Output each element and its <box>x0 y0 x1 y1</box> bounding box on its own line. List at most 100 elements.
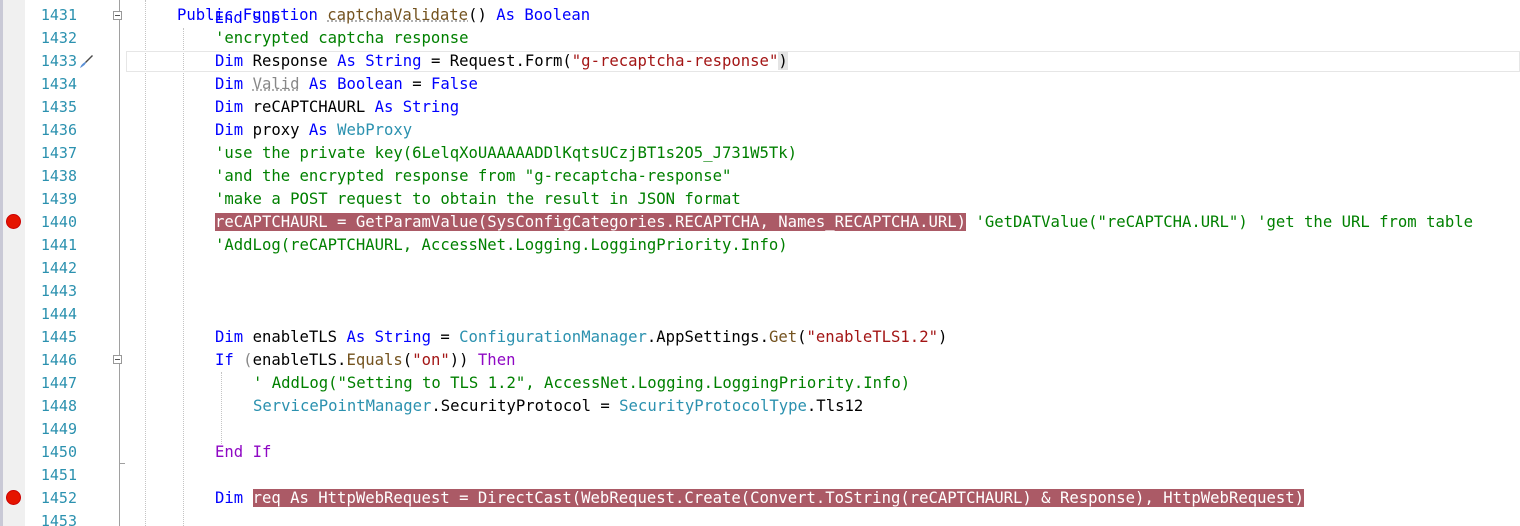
line-number: 1431 <box>40 6 77 24</box>
class-name: SecurityProtocolType <box>619 397 807 415</box>
line-number: 1453 <box>40 512 77 526</box>
string-literal: "on" <box>412 351 450 369</box>
code-line-1439[interactable]: 'make a POST request to obtain the resul… <box>215 188 741 211</box>
keyword: Dim <box>215 328 244 346</box>
line-number: 1446 <box>40 351 77 369</box>
code-line-1432[interactable]: 'encrypted captcha response <box>215 27 468 50</box>
code-text: .Tls12 <box>806 397 864 415</box>
line-number: 1435 <box>40 98 77 116</box>
string-literal: "enableTLS1.2" <box>806 328 938 346</box>
line-number: 1440 <box>40 213 77 231</box>
type-keyword: String <box>374 328 431 346</box>
code-line-1438[interactable]: 'and the encrypted response from "g-reca… <box>215 165 731 188</box>
breakpoint-icon[interactable] <box>6 490 21 505</box>
breakpoint-icon[interactable] <box>6 214 21 229</box>
line-number: 1432 <box>40 29 77 47</box>
line-number: 1445 <box>40 328 77 346</box>
line-number: 1439 <box>40 190 77 208</box>
keyword: As <box>337 52 356 70</box>
line-number: 1449 <box>40 420 77 438</box>
indent-guide <box>221 372 222 444</box>
type-keyword: Boolean <box>337 75 403 93</box>
code-text: ( <box>243 351 253 369</box>
code-line-1434[interactable]: Dim Valid As Boolean = False <box>215 73 478 96</box>
code-line-1436[interactable]: Dim proxy As WebProxy <box>215 119 412 142</box>
comment: 'and the encrypted response from "g-reca… <box>215 167 732 185</box>
comment: 'use the private key(6LelqXoUAAAAADDlKqt… <box>215 144 798 162</box>
indent-guide <box>145 0 146 526</box>
line-number: 1434 <box>40 75 77 93</box>
code-line-1445[interactable]: Dim enableTLS As String = ConfigurationM… <box>215 326 947 349</box>
type-keyword: Boolean <box>524 6 591 24</box>
code-text: ( <box>797 328 807 346</box>
line-number: 1450 <box>40 443 77 461</box>
keyword: Function <box>242 6 318 24</box>
code-line-1435[interactable]: Dim reCAPTCHAURL As String <box>215 96 459 119</box>
variable: Response <box>252 52 328 70</box>
keyword: If <box>252 443 272 461</box>
code-line-1431[interactable]: Public Function captchaValidate() As Boo… <box>177 4 590 27</box>
code-text: .AppSettings. <box>646 328 769 346</box>
type-keyword: String <box>365 52 422 70</box>
variable: reCAPTCHAURL <box>252 98 366 116</box>
line-number: 1433 <box>40 52 77 70</box>
comment: 'AddLog(reCAPTCHAURL, AccessNet.Logging.… <box>215 236 788 254</box>
keyword: Dim <box>215 52 244 70</box>
keyword: Dim <box>215 489 244 507</box>
code-line-1433[interactable]: Dim Response As String = Request.Form("g… <box>215 50 788 73</box>
code-text: ) <box>937 328 948 346</box>
function-name: Equals <box>346 351 403 369</box>
string-literal: "g-recaptcha-response" <box>571 52 779 70</box>
code-text: = Request.Form( <box>430 52 572 70</box>
glyph-margin[interactable] <box>3 0 25 526</box>
keyword: As <box>496 6 516 24</box>
keyword: Dim <box>215 121 244 139</box>
keyword: End <box>215 443 244 461</box>
breakpoint-highlight: req As HttpWebRequest = DirectCast(WebRe… <box>252 489 1305 507</box>
code-text: .SecurityProtocol = <box>431 397 620 415</box>
code-line-1437[interactable]: 'use the private key(6LelqXoUAAAAADDlKqt… <box>215 142 797 165</box>
code-line-1441[interactable]: 'AddLog(reCAPTCHAURL, AccessNet.Logging.… <box>215 234 788 257</box>
variable: proxy <box>252 121 300 139</box>
comment: 'make a POST request to obtain the resul… <box>215 190 741 208</box>
brace-match: ) <box>778 52 788 70</box>
keyword: As <box>308 75 328 93</box>
comment: 'GetDATValue("reCAPTCHA.URL") 'get the U… <box>975 213 1474 231</box>
code-editor[interactable]: End Sub 1431 1432 1433 1434 1435 1436 1437 1438… <box>0 0 1520 526</box>
code-text: enableTLS. <box>252 351 347 369</box>
line-number: 1438 <box>40 167 77 185</box>
keyword: If <box>215 351 234 369</box>
code-text: () <box>468 6 487 24</box>
code-text: ( <box>402 351 413 369</box>
line-number: 1443 <box>40 282 77 300</box>
code-line-1448[interactable]: ServicePointManager.SecurityProtocol = S… <box>253 395 863 418</box>
keyword: False <box>430 75 478 93</box>
code-line-1440[interactable]: reCAPTCHAURL = GetParamValue(SysConfigCa… <box>215 211 1473 234</box>
outline-line <box>119 0 120 526</box>
class-name: ServicePointManager <box>253 397 432 415</box>
code-line-1446[interactable]: If (enableTLS.Equals("on")) Then <box>215 349 515 372</box>
line-number: 1437 <box>40 144 77 162</box>
class-name: ConfigurationManager <box>459 328 647 346</box>
collapse-icon[interactable] <box>113 355 122 364</box>
line-number: 1448 <box>40 397 77 415</box>
class-name: WebProxy <box>337 121 413 139</box>
outline-end <box>119 463 125 464</box>
type-keyword: String <box>402 98 460 116</box>
code-line-1447[interactable]: ' AddLog("Setting to TLS 1.2", AccessNet… <box>253 372 910 395</box>
code-line-1450[interactable]: End If <box>215 441 271 464</box>
quick-action-brush-icon[interactable] <box>78 54 94 70</box>
keyword: As <box>374 98 394 116</box>
function-name: Get <box>768 328 798 346</box>
indent-guide <box>183 28 184 526</box>
line-number: 1452 <box>40 489 77 507</box>
unused-variable: Valid <box>252 75 300 93</box>
keyword: As <box>346 328 366 346</box>
line-number: 1436 <box>40 121 77 139</box>
collapse-icon[interactable] <box>113 11 122 20</box>
operator: = <box>412 75 422 93</box>
variable: enableTLS <box>252 328 338 346</box>
code-line-1452[interactable]: Dim req As HttpWebRequest = DirectCast(W… <box>215 487 1305 510</box>
keyword: Dim <box>215 98 244 116</box>
line-number: 1444 <box>40 305 77 323</box>
